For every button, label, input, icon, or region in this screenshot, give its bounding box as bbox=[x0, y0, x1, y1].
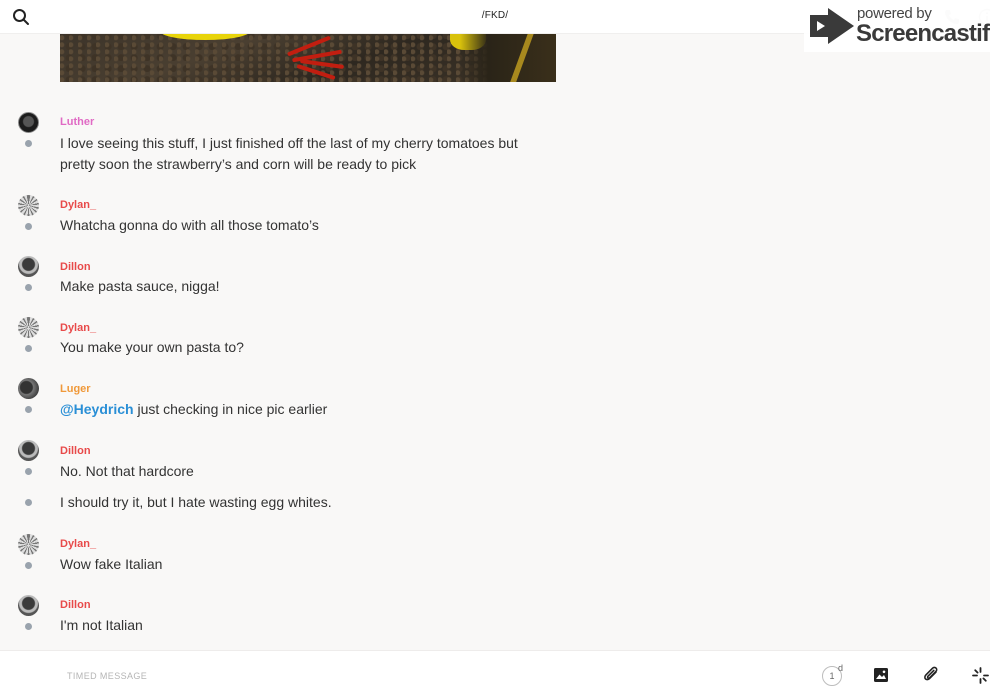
message-text-body: just checking in nice pic earlier bbox=[133, 401, 328, 417]
image-icon[interactable] bbox=[873, 667, 889, 683]
message-text: You make your own pasta to? bbox=[60, 339, 244, 355]
message-text: Make pasta sauce, nigga! bbox=[60, 278, 220, 294]
status-dot bbox=[25, 284, 32, 291]
timed-message-input[interactable]: TIMED MESSAGE bbox=[67, 671, 147, 681]
username[interactable]: Dylan_ bbox=[60, 199, 96, 211]
paperclip-icon[interactable] bbox=[923, 666, 940, 684]
user-mention[interactable]: @Heydrich bbox=[60, 401, 134, 417]
sparkle-icon[interactable] bbox=[972, 667, 989, 684]
status-dot bbox=[25, 468, 32, 475]
status-dot bbox=[25, 345, 32, 352]
message-text: No. Not that hardcore bbox=[60, 463, 194, 479]
status-dot bbox=[25, 223, 32, 230]
shared-photo[interactable] bbox=[60, 28, 556, 82]
message-text: I'm not Italian bbox=[60, 617, 143, 633]
watermark-brand: Screencastify bbox=[856, 20, 990, 47]
status-dot bbox=[25, 140, 32, 147]
avatar[interactable] bbox=[18, 378, 39, 399]
avatar[interactable] bbox=[18, 595, 39, 616]
screencastify-watermark: powered by Screencastify bbox=[804, 0, 990, 52]
username[interactable]: Dillon bbox=[60, 261, 91, 273]
photo-shadow bbox=[460, 28, 556, 82]
username[interactable]: Dillon bbox=[60, 445, 91, 457]
message-text: I should try it, but I hate wasting egg … bbox=[60, 494, 332, 510]
username[interactable]: Luger bbox=[60, 383, 91, 395]
status-dot bbox=[25, 562, 32, 569]
avatar[interactable] bbox=[18, 440, 39, 461]
message-text: Wow fake Italian bbox=[60, 556, 163, 572]
timer-unit-label: d bbox=[838, 663, 844, 673]
message-text: Whatcha gonna do with all those tomato’s bbox=[60, 217, 319, 233]
status-dot bbox=[25, 623, 32, 630]
avatar[interactable] bbox=[18, 112, 39, 133]
status-dot bbox=[25, 406, 32, 413]
username[interactable]: Dillon bbox=[60, 599, 91, 611]
status-dot bbox=[25, 499, 32, 506]
avatar[interactable] bbox=[18, 317, 39, 338]
avatar[interactable] bbox=[18, 256, 39, 277]
username[interactable]: Dylan_ bbox=[60, 322, 96, 334]
avatar[interactable] bbox=[18, 534, 39, 555]
username[interactable]: Dylan_ bbox=[60, 538, 96, 550]
avatar[interactable] bbox=[18, 195, 39, 216]
message-text: @Heydrich just checking in nice pic earl… bbox=[60, 399, 550, 420]
screencastify-logo-icon bbox=[810, 8, 854, 44]
username[interactable]: Luther bbox=[60, 116, 94, 128]
message-text-line: I love seeing this stuff, I just finishe… bbox=[60, 135, 518, 151]
message-text-line: pretty soon the strawberry’s and corn wi… bbox=[60, 156, 417, 172]
message-text: I love seeing this stuff, I just finishe… bbox=[60, 133, 550, 175]
